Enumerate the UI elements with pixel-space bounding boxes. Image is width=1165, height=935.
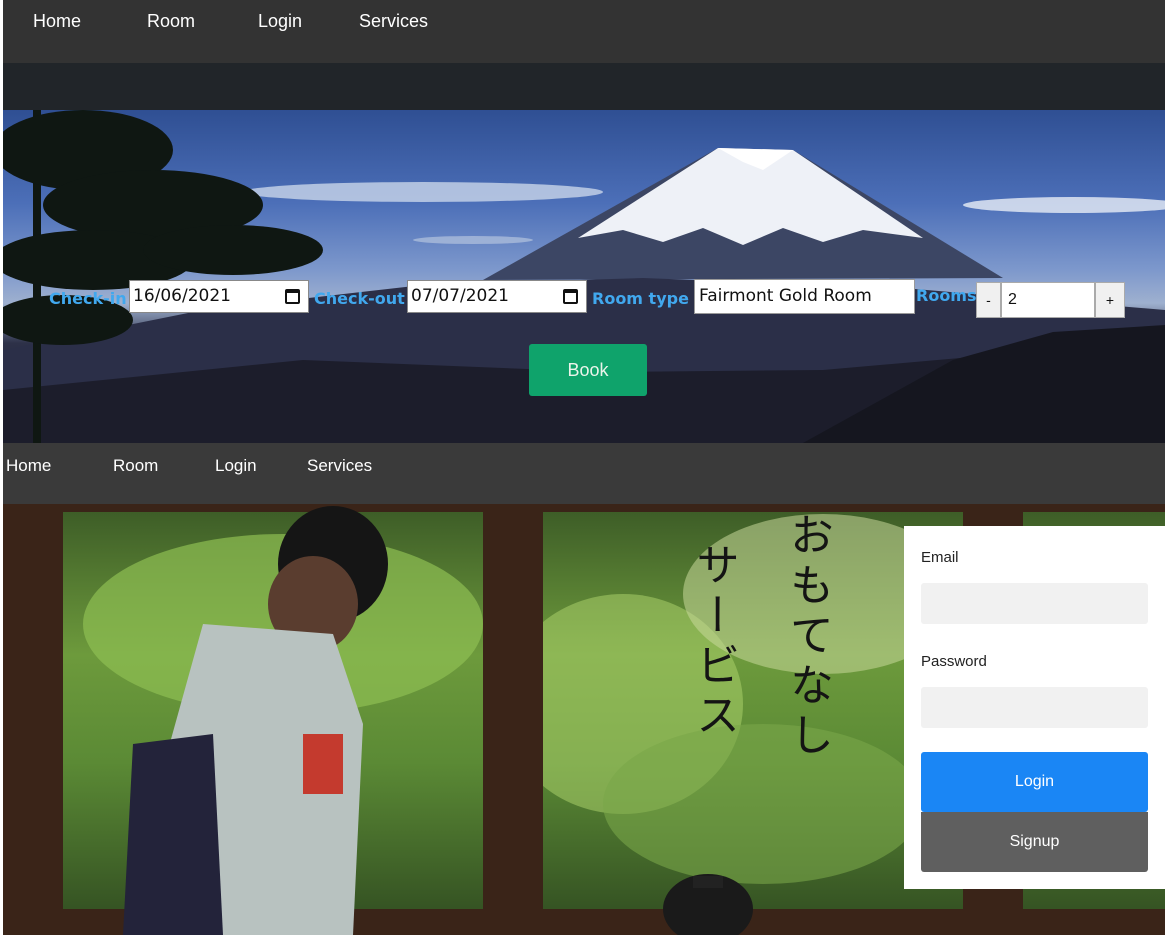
calendar-icon[interactable] [285,289,300,304]
signup-button[interactable]: Signup [921,812,1148,872]
checkin-date-input[interactable]: 16/06/2021 [129,280,309,313]
nav2-services-link[interactable]: Services [307,456,372,476]
nav2-login-link[interactable]: Login [215,456,257,476]
roomtype-select[interactable]: Fairmont Gold Room [694,279,915,314]
nav2-room-link[interactable]: Room [113,456,158,476]
nav-services-link[interactable]: Services [359,10,428,32]
checkout-label: Check-out [314,289,405,308]
nav-room-link[interactable]: Room [147,10,195,32]
secondary-nav: Home Room Login Services [3,443,1165,504]
password-field[interactable] [921,687,1148,728]
nav-login-link[interactable]: Login [258,10,302,32]
booking-form: Check-in 16/06/2021 Check-out 07/07/2021… [3,110,1165,443]
calendar-icon[interactable] [563,289,578,304]
rooms-decrement-button[interactable]: - [976,282,1001,318]
omotenashi-text: おもてなし [782,512,833,762]
top-nav: Home Room Login Services [3,0,1165,63]
rooms-label: Rooms [916,286,977,305]
checkout-date-value: 07/07/2021 [411,286,509,306]
nav-home-link[interactable]: Home [33,10,81,32]
hero-mountain-banner: Check-in 16/06/2021 Check-out 07/07/2021… [3,110,1165,443]
checkin-date-value: 16/06/2021 [133,286,231,306]
login-button[interactable]: Login [921,752,1148,812]
checkin-label: Check-in [49,289,127,308]
password-label: Password [921,653,987,670]
book-button[interactable]: Book [529,344,647,396]
nav2-home-link[interactable]: Home [6,456,51,476]
email-label: Email [921,549,959,566]
checkout-date-input[interactable]: 07/07/2021 [407,280,587,313]
login-panel: Email Password Login Signup [904,526,1165,889]
rooms-quantity-input[interactable]: 2 [1001,282,1095,318]
header-band [3,63,1165,110]
service-text: サービス [688,542,739,742]
rooms-increment-button[interactable]: + [1095,282,1125,318]
roomtype-label: Room type [592,289,689,308]
email-field[interactable] [921,583,1148,624]
